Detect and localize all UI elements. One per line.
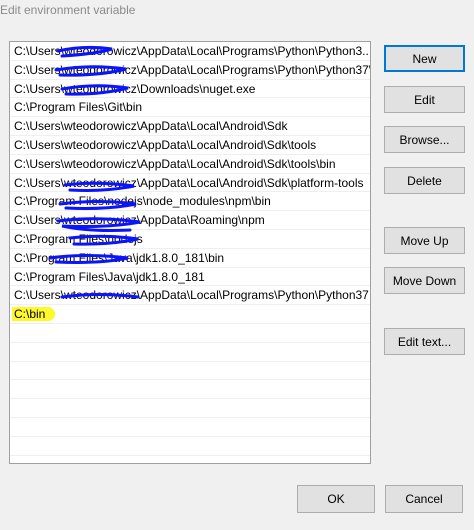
list-item[interactable]: C:\Users\wteodorowicz\Downloads\nuget.ex… — [10, 80, 370, 99]
path-list[interactable]: C:\Users\wteodorowicz\AppData\Local\Prog… — [9, 41, 371, 464]
list-item-empty[interactable] — [10, 418, 370, 437]
edit-text-button[interactable]: Edit text... — [384, 328, 465, 355]
list-item[interactable]: C:\Users\wteodorowicz\AppData\Local\Prog… — [10, 286, 370, 306]
list-item[interactable]: C:\Users\wteodorowicz\AppData\Roaming\np… — [10, 211, 370, 230]
delete-button[interactable]: Delete — [384, 167, 465, 194]
list-item[interactable]: C:\Program Files\Java\jdk1.8.0_181\bin — [10, 249, 370, 268]
list-item[interactable]: C:\Program Files\Java\jdk1.8.0_181 — [10, 268, 370, 287]
new-button[interactable]: New — [384, 45, 465, 72]
list-item-empty[interactable] — [10, 324, 370, 343]
move-up-button[interactable]: Move Up — [384, 227, 465, 254]
list-item-empty[interactable] — [10, 362, 370, 381]
list-item[interactable]: C:\Users\wteodorowicz\AppData\Local\Andr… — [10, 174, 370, 193]
browse-button[interactable]: Browse... — [384, 126, 465, 153]
list-item-empty[interactable] — [10, 437, 370, 456]
list-item[interactable]: C:\Program Files\nodejs — [10, 230, 370, 249]
cancel-button[interactable]: Cancel — [385, 485, 463, 513]
list-item[interactable]: C:\Users\wteodorowicz\AppData\Local\Andr… — [10, 155, 370, 174]
list-item[interactable]: C:\Program Files\nodejs\node_modules\npm… — [10, 192, 370, 212]
list-item[interactable]: C:\Users\wteodorowicz\AppData\Local\Prog… — [10, 61, 370, 80]
list-item-empty[interactable] — [10, 399, 370, 418]
list-item-empty[interactable] — [10, 380, 370, 400]
window-title: Edit environment variable — [0, 3, 136, 17]
list-item-empty[interactable] — [10, 343, 370, 362]
move-down-button[interactable]: Move Down — [384, 267, 465, 294]
list-item-selected[interactable]: C:\bin — [10, 305, 370, 324]
list-item[interactable]: C:\Users\wteodorowicz\AppData\Local\Prog… — [10, 42, 370, 61]
highlighted-entry: C:\bin — [12, 307, 56, 322]
list-item[interactable]: C:\Users\wteodorowicz\AppData\Local\Andr… — [10, 136, 370, 155]
ok-button[interactable]: OK — [297, 485, 375, 513]
edit-button[interactable]: Edit — [384, 86, 465, 113]
list-item[interactable]: C:\Users\wteodorowicz\AppData\Local\Andr… — [10, 117, 370, 136]
list-item[interactable]: C:\Program Files\Git\bin — [10, 98, 370, 118]
